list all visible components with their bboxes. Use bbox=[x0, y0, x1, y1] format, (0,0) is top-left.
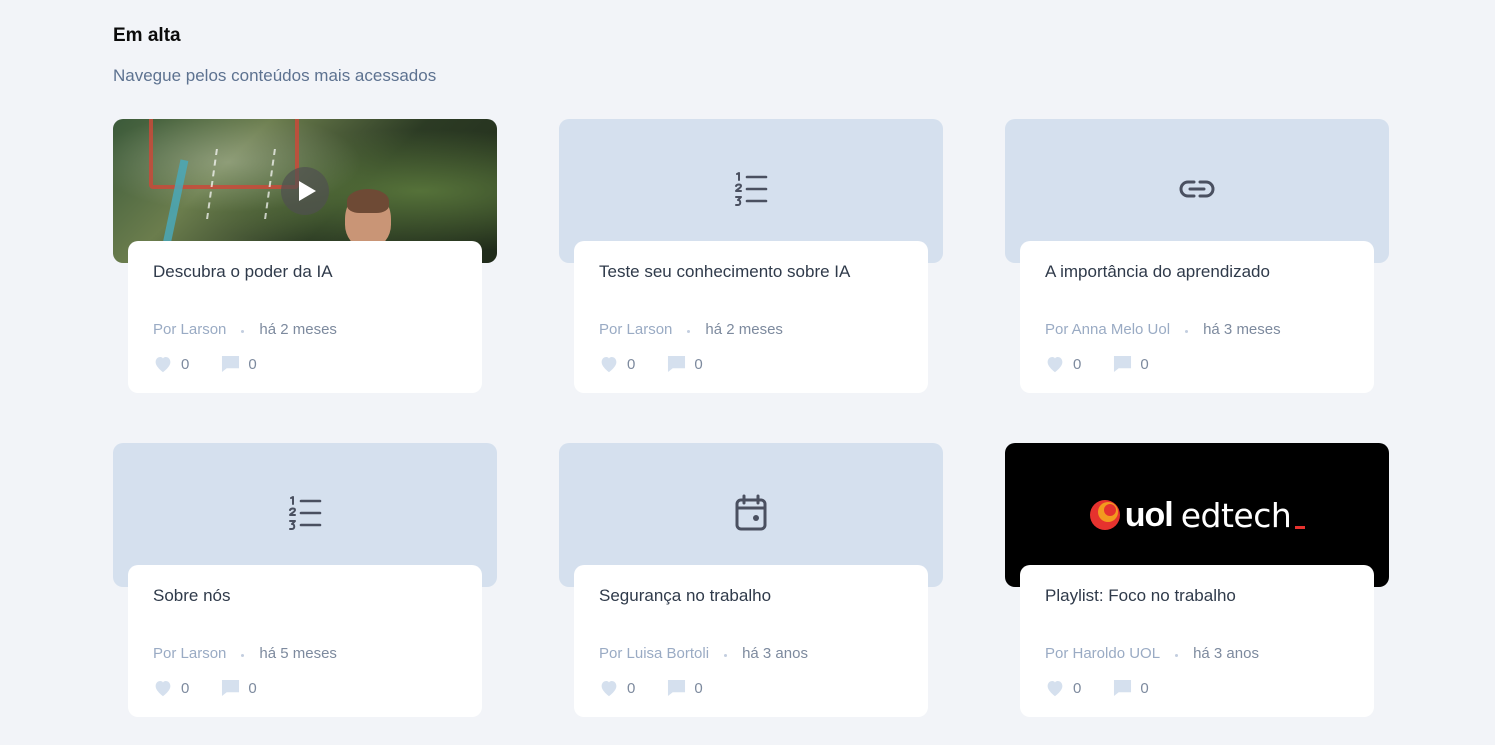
card-title[interactable]: A importância do aprendizado bbox=[1045, 261, 1349, 283]
card-time: há 2 meses bbox=[259, 320, 337, 338]
comment-icon bbox=[222, 355, 240, 373]
card-meta: Por Anna Melo Uol há 3 meses bbox=[1045, 319, 1349, 339]
comment-icon bbox=[668, 679, 686, 697]
card-meta: Por Haroldo UOL há 3 anos bbox=[1045, 643, 1349, 663]
logo-brand-text: uol bbox=[1124, 495, 1174, 534]
card-time: há 3 anos bbox=[1193, 644, 1259, 662]
comment-count: 0 bbox=[694, 355, 703, 373]
like-count: 0 bbox=[1073, 355, 1082, 373]
logo-underscore bbox=[1295, 525, 1306, 529]
card-author[interactable]: Por Luisa Bortoli bbox=[599, 645, 709, 662]
link-icon bbox=[1179, 180, 1215, 198]
card-stats: 0 0 bbox=[599, 679, 903, 697]
comment-count: 0 bbox=[248, 679, 257, 697]
like-count: 0 bbox=[627, 679, 636, 697]
heart-icon bbox=[155, 681, 171, 697]
like-count: 0 bbox=[627, 355, 636, 373]
comment-button[interactable]: 0 bbox=[221, 679, 257, 697]
comment-button[interactable]: 0 bbox=[667, 679, 703, 697]
comment-count: 0 bbox=[1140, 679, 1149, 697]
card-stats: 0 0 bbox=[153, 679, 457, 697]
like-button[interactable]: 0 bbox=[1045, 355, 1081, 373]
comment-button[interactable]: 0 bbox=[1113, 355, 1149, 373]
comment-count: 0 bbox=[248, 355, 257, 373]
card-author[interactable]: Por Anna Melo Uol bbox=[1045, 321, 1170, 338]
numbered-list-icon bbox=[289, 496, 322, 530]
separator-dot bbox=[241, 330, 245, 333]
numbered-list-icon bbox=[735, 172, 768, 206]
like-button[interactable]: 0 bbox=[599, 679, 635, 697]
separator-dot bbox=[1175, 654, 1179, 657]
card-title[interactable]: Playlist: Foco no trabalho bbox=[1045, 585, 1349, 607]
comment-count: 0 bbox=[694, 679, 703, 697]
section-title: Em alta bbox=[113, 25, 181, 46]
card-title[interactable]: Sobre nós bbox=[153, 585, 457, 607]
like-count: 0 bbox=[181, 679, 190, 697]
heart-icon bbox=[1047, 357, 1063, 373]
card-meta: Por Larson há 5 meses bbox=[153, 643, 457, 663]
content-card[interactable]: Sobre nós Por Larson há 5 meses 0 0 bbox=[113, 443, 497, 717]
like-button[interactable]: 0 bbox=[599, 355, 635, 373]
content-card[interactable]: Teste seu conhecimento sobre IA Por Lars… bbox=[559, 119, 943, 393]
comment-icon bbox=[1114, 355, 1132, 373]
card-title[interactable]: Segurança no trabalho bbox=[599, 585, 903, 607]
logo-product-text: edtech bbox=[1180, 495, 1292, 535]
card-meta: Por Larson há 2 meses bbox=[599, 319, 903, 339]
card-title[interactable]: Teste seu conhecimento sobre IA bbox=[599, 261, 903, 283]
comment-icon bbox=[1114, 679, 1132, 697]
comment-button[interactable]: 0 bbox=[221, 355, 257, 373]
comment-icon bbox=[668, 355, 686, 373]
card-info: Sobre nós Por Larson há 5 meses 0 0 bbox=[128, 565, 482, 717]
card-stats: 0 0 bbox=[1045, 679, 1349, 697]
card-info: Playlist: Foco no trabalho Por Haroldo U… bbox=[1020, 565, 1374, 717]
separator-dot bbox=[241, 654, 245, 657]
separator-dot bbox=[724, 654, 728, 657]
comment-count: 0 bbox=[1140, 355, 1149, 373]
card-time: há 3 meses bbox=[1203, 320, 1281, 338]
card-info: A importância do aprendizado Por Anna Me… bbox=[1020, 241, 1374, 393]
comment-button[interactable]: 0 bbox=[667, 355, 703, 373]
card-info: Segurança no trabalho Por Luisa Bortoli … bbox=[574, 565, 928, 717]
heart-icon bbox=[601, 681, 617, 697]
content-grid: Descubra o poder da IA Por Larson há 2 m… bbox=[113, 119, 1389, 717]
card-time: há 3 anos bbox=[742, 644, 808, 662]
uol-edtech-logo: uol edtech bbox=[1089, 496, 1306, 535]
card-author[interactable]: Por Larson bbox=[153, 321, 226, 338]
card-author[interactable]: Por Larson bbox=[599, 321, 672, 338]
like-count: 0 bbox=[181, 355, 190, 373]
heart-icon bbox=[601, 357, 617, 373]
content-card[interactable]: Descubra o poder da IA Por Larson há 2 m… bbox=[113, 119, 497, 393]
heart-icon bbox=[1047, 681, 1063, 697]
card-info: Teste seu conhecimento sobre IA Por Lars… bbox=[574, 241, 928, 393]
uol-logo-mark bbox=[1089, 500, 1120, 530]
like-button[interactable]: 0 bbox=[1045, 679, 1081, 697]
comment-button[interactable]: 0 bbox=[1113, 679, 1149, 697]
calendar-icon bbox=[735, 494, 767, 531]
like-button[interactable]: 0 bbox=[153, 355, 189, 373]
hair-shape bbox=[347, 189, 389, 213]
heart-icon bbox=[155, 357, 171, 373]
separator-dot bbox=[687, 330, 691, 333]
content-card[interactable]: Segurança no trabalho Por Luisa Bortoli … bbox=[559, 443, 943, 717]
card-time: há 5 meses bbox=[259, 644, 337, 662]
card-stats: 0 0 bbox=[1045, 355, 1349, 373]
card-stats: 0 0 bbox=[599, 355, 903, 373]
card-meta: Por Larson há 2 meses bbox=[153, 319, 457, 339]
comment-icon bbox=[222, 679, 240, 697]
content-card[interactable]: uol edtech Playlist: Foco no trabalho Po… bbox=[1005, 443, 1389, 717]
card-title[interactable]: Descubra o poder da IA bbox=[153, 261, 457, 283]
card-time: há 2 meses bbox=[705, 320, 783, 338]
play-icon[interactable] bbox=[281, 167, 329, 215]
like-button[interactable]: 0 bbox=[153, 679, 189, 697]
content-card[interactable]: A importância do aprendizado Por Anna Me… bbox=[1005, 119, 1389, 393]
card-info: Descubra o poder da IA Por Larson há 2 m… bbox=[128, 241, 482, 393]
card-author[interactable]: Por Larson bbox=[153, 645, 226, 662]
section-subtitle: Navegue pelos conteúdos mais acessados bbox=[113, 66, 437, 85]
card-author[interactable]: Por Haroldo UOL bbox=[1045, 645, 1160, 662]
net-shape bbox=[206, 149, 276, 219]
like-count: 0 bbox=[1073, 679, 1082, 697]
card-stats: 0 0 bbox=[153, 355, 457, 373]
card-meta: Por Luisa Bortoli há 3 anos bbox=[599, 643, 903, 663]
separator-dot bbox=[1185, 330, 1189, 333]
